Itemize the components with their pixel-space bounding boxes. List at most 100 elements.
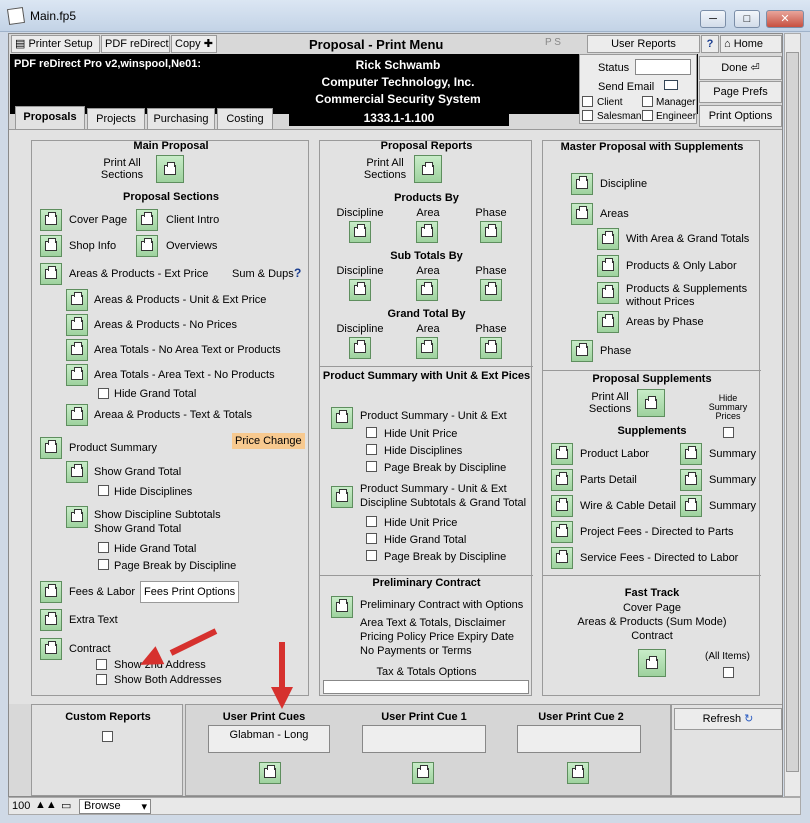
email-icon[interactable]: [664, 80, 678, 90]
master-areas-button[interactable]: [571, 203, 593, 225]
print-options-button[interactable]: Print Options: [699, 105, 782, 127]
cue2-field[interactable]: [517, 725, 641, 753]
cue2-print-button[interactable]: [567, 762, 589, 784]
show-2nd-address-checkbox[interactable]: [96, 659, 107, 670]
products-supp-button[interactable]: [597, 282, 619, 304]
price-change-badge[interactable]: Price Change: [232, 433, 305, 449]
shop-info-button[interactable]: [40, 235, 62, 257]
all-items-checkbox[interactable]: [723, 667, 734, 678]
zoom-icon[interactable]: ▲▲: [35, 799, 57, 811]
hide-unit-price-checkbox[interactable]: [366, 427, 377, 438]
cue-print-button[interactable]: [259, 762, 281, 784]
hide-unit-price2-checkbox[interactable]: [366, 516, 377, 527]
master-phase-button[interactable]: [571, 340, 593, 362]
subtotals-area-button[interactable]: [416, 279, 438, 301]
close-button[interactable]: ✕: [766, 10, 804, 28]
products-only-labor-button[interactable]: [597, 255, 619, 277]
page-break-checkbox[interactable]: [98, 559, 109, 570]
areas-unit-ext-button[interactable]: [66, 289, 88, 311]
product-labor-summary-button[interactable]: [680, 443, 702, 465]
area-totals-text-button[interactable]: [66, 364, 88, 386]
copy-button[interactable]: Copy ✚: [171, 35, 217, 53]
products-area-button[interactable]: [416, 221, 438, 243]
prelim-contract-button[interactable]: [331, 596, 353, 618]
products-discipline-button[interactable]: [349, 221, 371, 243]
areas-by-phase-button[interactable]: [597, 311, 619, 333]
areas-no-prices-button[interactable]: [66, 314, 88, 336]
manager-checkbox[interactable]: [642, 96, 653, 107]
supp-print-all-button[interactable]: [637, 389, 665, 417]
grandtotal-phase-button[interactable]: [480, 337, 502, 359]
products-phase-button[interactable]: [480, 221, 502, 243]
zoom-level[interactable]: 100: [12, 800, 30, 812]
cue1-print-button[interactable]: [412, 762, 434, 784]
extra-text-button[interactable]: [40, 609, 62, 631]
status-area-icon[interactable]: ▭: [61, 799, 71, 812]
done-button[interactable]: Done ⏎: [699, 56, 782, 80]
with-area-totals-button[interactable]: [597, 228, 619, 250]
hide-disciplines-checkbox[interactable]: [98, 485, 109, 496]
product-summary-button[interactable]: [40, 437, 62, 459]
hide-grand-total-checkbox[interactable]: [98, 388, 109, 399]
show-disc-subtotals-button[interactable]: [66, 506, 88, 528]
reports-hide-disciplines-checkbox[interactable]: [366, 444, 377, 455]
maximize-button[interactable]: □: [734, 10, 760, 28]
page-prefs-button[interactable]: Page Prefs: [699, 81, 782, 103]
cue1-field[interactable]: [362, 725, 486, 753]
fast-track-print-button[interactable]: [638, 649, 666, 677]
tab-purchasing[interactable]: Purchasing: [147, 108, 215, 130]
overviews-button[interactable]: [136, 235, 158, 257]
user-reports-button[interactable]: User Reports: [587, 35, 700, 53]
tab-proposals[interactable]: Proposals: [15, 106, 85, 130]
parts-summary-button[interactable]: [680, 469, 702, 491]
area-totals-none-button[interactable]: [66, 339, 88, 361]
minimize-button[interactable]: ─: [700, 10, 726, 28]
grandtotal-area-button[interactable]: [416, 337, 438, 359]
subtotals-phase-button[interactable]: [480, 279, 502, 301]
help-icon[interactable]: ?: [294, 266, 301, 280]
show-both-addresses-checkbox[interactable]: [96, 674, 107, 685]
printer-setup-button[interactable]: ▤ Printer Setup: [11, 35, 100, 53]
wire-summary-button[interactable]: [680, 495, 702, 517]
fees-print-options-button[interactable]: Fees Print Options: [140, 581, 239, 603]
ps-disc-sub-button[interactable]: [331, 486, 353, 508]
engineer-checkbox[interactable]: [642, 110, 653, 121]
grandtotal-discipline-button[interactable]: [349, 337, 371, 359]
tab-costing[interactable]: Costing: [217, 108, 273, 130]
product-labor-button[interactable]: [551, 443, 573, 465]
pdf-redirect-button[interactable]: PDF reDirect: [101, 35, 170, 53]
wire-cable-button[interactable]: [551, 495, 573, 517]
tax-totals-field[interactable]: [323, 680, 529, 694]
home-button[interactable]: ⌂ Home: [720, 35, 782, 53]
service-fees-button[interactable]: [551, 547, 573, 569]
reports-page-break-checkbox[interactable]: [366, 461, 377, 472]
custom-reports-checkbox[interactable]: [102, 731, 113, 742]
show-grand-total-button[interactable]: [66, 461, 88, 483]
reports-page-break2-checkbox[interactable]: [366, 550, 377, 561]
cover-page-button[interactable]: [40, 209, 62, 231]
subtotals-discipline-button[interactable]: [349, 279, 371, 301]
contract-button[interactable]: [40, 638, 62, 660]
parts-detail-button[interactable]: [551, 469, 573, 491]
fees-labor-button[interactable]: [40, 581, 62, 603]
ps-unit-ext-button[interactable]: [331, 407, 353, 429]
salesman-checkbox[interactable]: [582, 110, 593, 121]
client-intro-button[interactable]: [136, 209, 158, 231]
mode-select[interactable]: Browse ▾: [79, 799, 151, 814]
client-checkbox[interactable]: [582, 96, 593, 107]
areas-text-totals-button[interactable]: [66, 404, 88, 426]
vertical-scrollbar[interactable]: [784, 33, 801, 797]
status-field[interactable]: [635, 59, 691, 75]
reports-print-all-button[interactable]: [414, 155, 442, 183]
scroll-thumb[interactable]: [786, 52, 799, 772]
hide-grand-total2-checkbox[interactable]: [98, 542, 109, 553]
reports-hide-grand-total-checkbox[interactable]: [366, 533, 377, 544]
refresh-button[interactable]: Refresh ↻: [674, 708, 782, 730]
master-discipline-button[interactable]: [571, 173, 593, 195]
help-button[interactable]: ?: [701, 35, 719, 53]
areas-ext-button[interactable]: [40, 263, 62, 285]
cue-field[interactable]: Glabman - Long: [208, 725, 330, 753]
project-fees-button[interactable]: [551, 521, 573, 543]
print-all-sections-button[interactable]: [156, 155, 184, 183]
tab-projects[interactable]: Projects: [87, 108, 145, 130]
